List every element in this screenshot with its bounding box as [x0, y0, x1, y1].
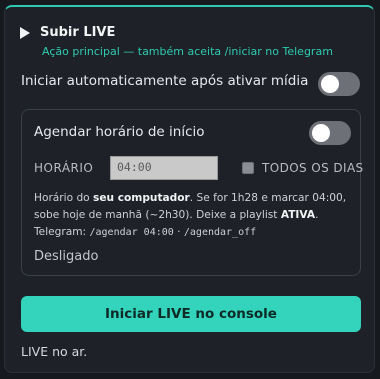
schedule-help-text: Horário do seu computador. Se for 1h28 e… [34, 190, 354, 241]
every-day-label: TODOS OS DIAS [262, 161, 364, 175]
panel-header[interactable]: Subir LIVE [20, 25, 115, 40]
schedule-label: Agendar horário de início [34, 124, 205, 140]
time-input[interactable]: 04:00 [110, 156, 218, 180]
panel-title: Subir LIVE [40, 25, 116, 40]
auto-start-toggle[interactable] [318, 72, 360, 96]
start-live-button[interactable]: Iniciar LIVE no console [21, 296, 361, 332]
help-line-1: Horário do seu computador. Se for 1h28 e… [34, 192, 347, 204]
panel-subtitle: Ação principal — também aceita /iniciar … [42, 45, 333, 58]
subir-live-panel: Subir LIVE Ação principal — também aceit… [4, 5, 375, 373]
help-line-2: sobe hoje de manhã (~2h30). Deixe a play… [34, 209, 319, 221]
live-status-text: LIVE no ar. [21, 344, 88, 359]
toggle-knob [321, 75, 339, 93]
schedule-section: Agendar horário de início HORÁRIO 04:00 … [21, 109, 364, 276]
schedule-status: Desligado [34, 249, 99, 264]
auto-start-label: Iniciar automaticamente após ativar mídi… [21, 73, 309, 89]
play-triangle-icon [20, 26, 30, 39]
help-line-3: Telegram: /agendar 04:00 · /agendar_off [34, 226, 257, 238]
time-label: HORÁRIO [34, 161, 94, 175]
toggle-knob [312, 124, 330, 142]
every-day-checkbox[interactable] [242, 162, 254, 174]
schedule-toggle[interactable] [309, 121, 351, 145]
